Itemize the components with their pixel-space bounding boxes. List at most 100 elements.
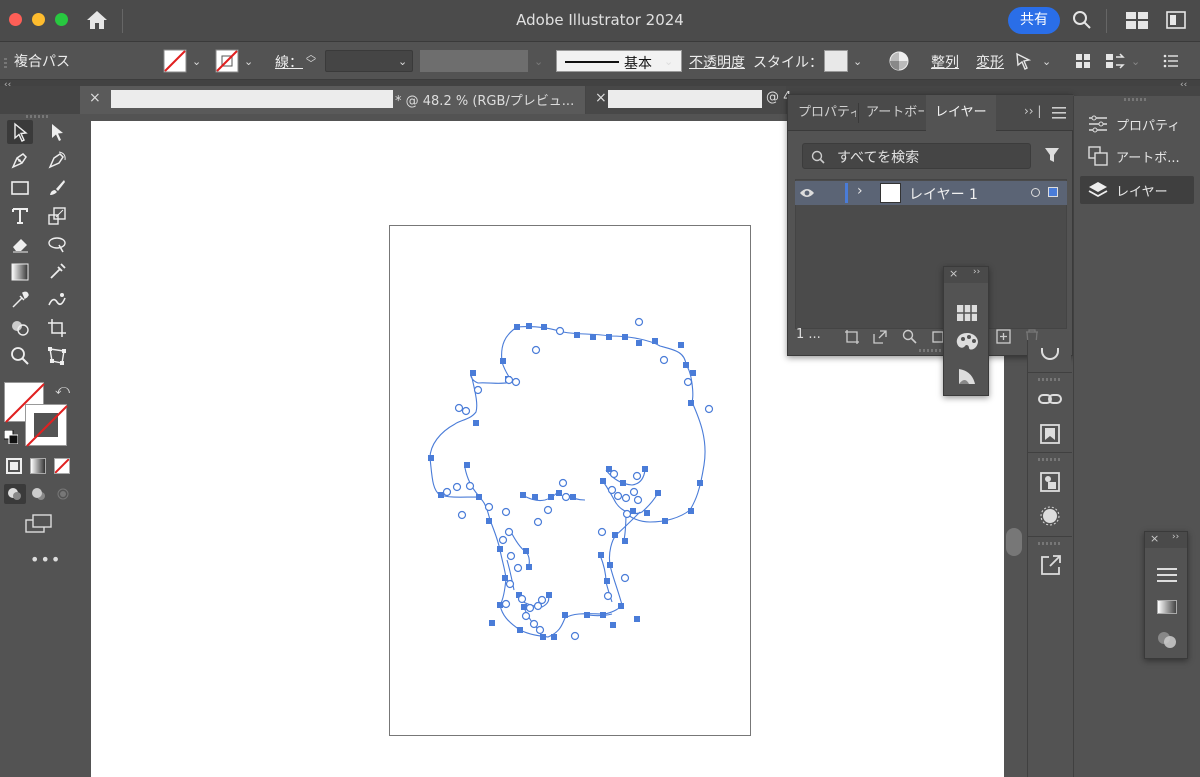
target-circle-icon[interactable] bbox=[1031, 188, 1040, 197]
minimize-window-button[interactable] bbox=[32, 13, 45, 26]
transparency-panel-icon[interactable] bbox=[1156, 630, 1178, 654]
close-window-button[interactable] bbox=[9, 13, 22, 26]
arrange-grid-icon[interactable] bbox=[1075, 53, 1091, 73]
transform-label[interactable]: 変形 bbox=[976, 52, 1004, 72]
locate-object-icon[interactable] bbox=[902, 329, 918, 349]
draw-normal-icon[interactable] bbox=[4, 484, 26, 504]
scale-tool-icon[interactable] bbox=[44, 204, 70, 228]
asset-export-icon[interactable] bbox=[1040, 554, 1062, 580]
selection-tool-icon[interactable] bbox=[7, 120, 33, 144]
close-tab-2-icon[interactable]: × bbox=[595, 90, 607, 106]
none-mode-icon[interactable] bbox=[54, 458, 70, 474]
fill-swatch[interactable] bbox=[163, 49, 187, 77]
curvature-tool-icon[interactable] bbox=[44, 148, 70, 172]
brushes-icon[interactable] bbox=[957, 366, 977, 390]
stroke-swatch[interactable] bbox=[215, 49, 239, 77]
expand-appearance-panel-icon[interactable]: ›› bbox=[1172, 532, 1179, 542]
visibility-eye-icon[interactable] bbox=[799, 187, 815, 199]
links-icon[interactable] bbox=[1038, 392, 1062, 410]
swatches-grid-icon[interactable] bbox=[957, 305, 977, 325]
select-similar-icon[interactable] bbox=[1015, 52, 1037, 74]
close-tab-icon[interactable]: × bbox=[89, 90, 101, 106]
swap-fill-stroke-icon[interactable]: ⤺ bbox=[55, 382, 70, 398]
right-panel-item-properties[interactable]: プロパティ bbox=[1080, 110, 1194, 138]
layer-name[interactable]: レイヤー 1 bbox=[909, 184, 978, 204]
workspace-switcher-icon[interactable] bbox=[1126, 12, 1148, 33]
shape-builder-tool-icon[interactable] bbox=[7, 316, 33, 340]
pen-tool-icon[interactable] bbox=[7, 148, 33, 172]
tab-artboards[interactable]: アートボード bbox=[866, 95, 924, 131]
distribute-icon[interactable] bbox=[1105, 53, 1127, 73]
layer-search-input[interactable]: すべてを検索 bbox=[802, 143, 1031, 169]
panel-menu-icon[interactable] bbox=[1052, 107, 1066, 123]
recolor-artwork-icon[interactable] bbox=[888, 50, 910, 76]
draw-inside-icon[interactable] bbox=[52, 484, 74, 504]
gradient-mode-icon[interactable] bbox=[30, 458, 46, 474]
stroke-panel-icon[interactable] bbox=[1157, 568, 1177, 586]
default-fill-stroke-icon[interactable] bbox=[3, 429, 19, 448]
expand-layer-icon[interactable]: › bbox=[857, 183, 863, 199]
close-appearance-panel-icon[interactable]: × bbox=[1150, 532, 1159, 545]
symbols-icon[interactable] bbox=[1040, 472, 1060, 496]
tab-layers[interactable]: レイヤー bbox=[935, 95, 987, 131]
image-trace-icon[interactable] bbox=[1040, 424, 1060, 448]
blend-tool-icon[interactable] bbox=[44, 288, 70, 312]
brush-dropdown-icon[interactable]: ⌄ bbox=[664, 55, 673, 68]
right-panel-item-artboards[interactable]: アートボ... bbox=[1080, 142, 1194, 170]
panel-toggle-icon[interactable] bbox=[1166, 11, 1186, 33]
share-button[interactable]: 共有 bbox=[1008, 7, 1060, 34]
right-panel-item-layers[interactable]: レイヤー bbox=[1080, 176, 1194, 204]
close-floating-panel-icon[interactable]: × bbox=[949, 267, 958, 280]
color-mode-icon[interactable] bbox=[6, 458, 22, 474]
draw-behind-icon[interactable] bbox=[28, 484, 50, 504]
direct-selection-tool-icon[interactable] bbox=[44, 120, 70, 144]
artboard-tool-icon[interactable] bbox=[44, 316, 70, 340]
stroke-weight-dropdown-icon[interactable]: ⌄ bbox=[398, 55, 407, 68]
style-dropdown-icon[interactable]: ⌄ bbox=[853, 55, 862, 68]
collect-for-export-icon[interactable] bbox=[844, 329, 860, 349]
appearance-icon[interactable] bbox=[1041, 348, 1059, 360]
zoom-window-button[interactable] bbox=[55, 13, 68, 26]
zoom-tool-icon[interactable] bbox=[7, 344, 33, 368]
paintbrush-tool-icon[interactable] bbox=[44, 176, 70, 200]
free-transform-tool-icon[interactable] bbox=[44, 344, 70, 368]
expand-floating-panel-icon[interactable]: ›› bbox=[973, 267, 980, 277]
type-tool-icon[interactable] bbox=[7, 204, 33, 228]
distribute-dropdown-icon[interactable]: ⌄ bbox=[1131, 55, 1140, 68]
profile-dropdown-icon[interactable]: ⌄ bbox=[534, 55, 543, 68]
stroke-color-swatch[interactable] bbox=[25, 404, 68, 447]
stroke-label[interactable]: 線： bbox=[275, 52, 303, 72]
export-icon[interactable] bbox=[872, 329, 888, 349]
stroke-weight-stepper[interactable]: ︿ ﹀ bbox=[306, 51, 316, 70]
color-palette-icon[interactable] bbox=[955, 332, 979, 356]
glyph-icon[interactable] bbox=[1040, 506, 1060, 530]
eyedropper-tool-icon[interactable] bbox=[7, 288, 33, 312]
layer-row[interactable]: › レイヤー 1 bbox=[795, 181, 1067, 205]
screen-mode-icon[interactable] bbox=[25, 514, 53, 538]
eraser-tool-icon[interactable] bbox=[7, 232, 33, 256]
tab-properties[interactable]: プロパティ bbox=[798, 95, 856, 131]
control-menu-icon[interactable] bbox=[1163, 54, 1179, 72]
artboard[interactable] bbox=[389, 225, 751, 736]
style-swatch[interactable] bbox=[824, 50, 848, 72]
panel-dock bbox=[1027, 340, 1072, 777]
eyedropper-blend-tool-icon[interactable] bbox=[44, 260, 70, 284]
create-new-layer-icon[interactable] bbox=[996, 329, 1012, 349]
vertical-scrollbar-thumb[interactable] bbox=[1006, 528, 1022, 556]
fill-dropdown-icon[interactable]: ⌄ bbox=[192, 55, 201, 68]
opacity-label[interactable]: 不透明度 bbox=[689, 52, 745, 72]
stroke-dropdown-icon[interactable]: ⌄ bbox=[244, 55, 253, 68]
gradient-tool-icon[interactable] bbox=[7, 260, 33, 284]
search-icon[interactable] bbox=[1072, 10, 1092, 34]
variable-width-profile[interactable] bbox=[420, 50, 528, 72]
edit-toolbar-icon[interactable]: ••• bbox=[30, 550, 61, 569]
more-tabs-icon[interactable]: ›› | bbox=[1024, 104, 1041, 118]
select-similar-dropdown-icon[interactable]: ⌄ bbox=[1042, 55, 1051, 68]
selection-indicator[interactable] bbox=[1048, 187, 1058, 197]
filter-icon[interactable] bbox=[1044, 147, 1060, 167]
puppet-warp-tool-icon[interactable] bbox=[44, 232, 70, 256]
gradient-panel-icon[interactable] bbox=[1157, 600, 1177, 614]
rectangle-tool-icon[interactable] bbox=[7, 176, 33, 200]
align-label[interactable]: 整列 bbox=[931, 52, 959, 72]
home-icon[interactable] bbox=[86, 10, 108, 34]
